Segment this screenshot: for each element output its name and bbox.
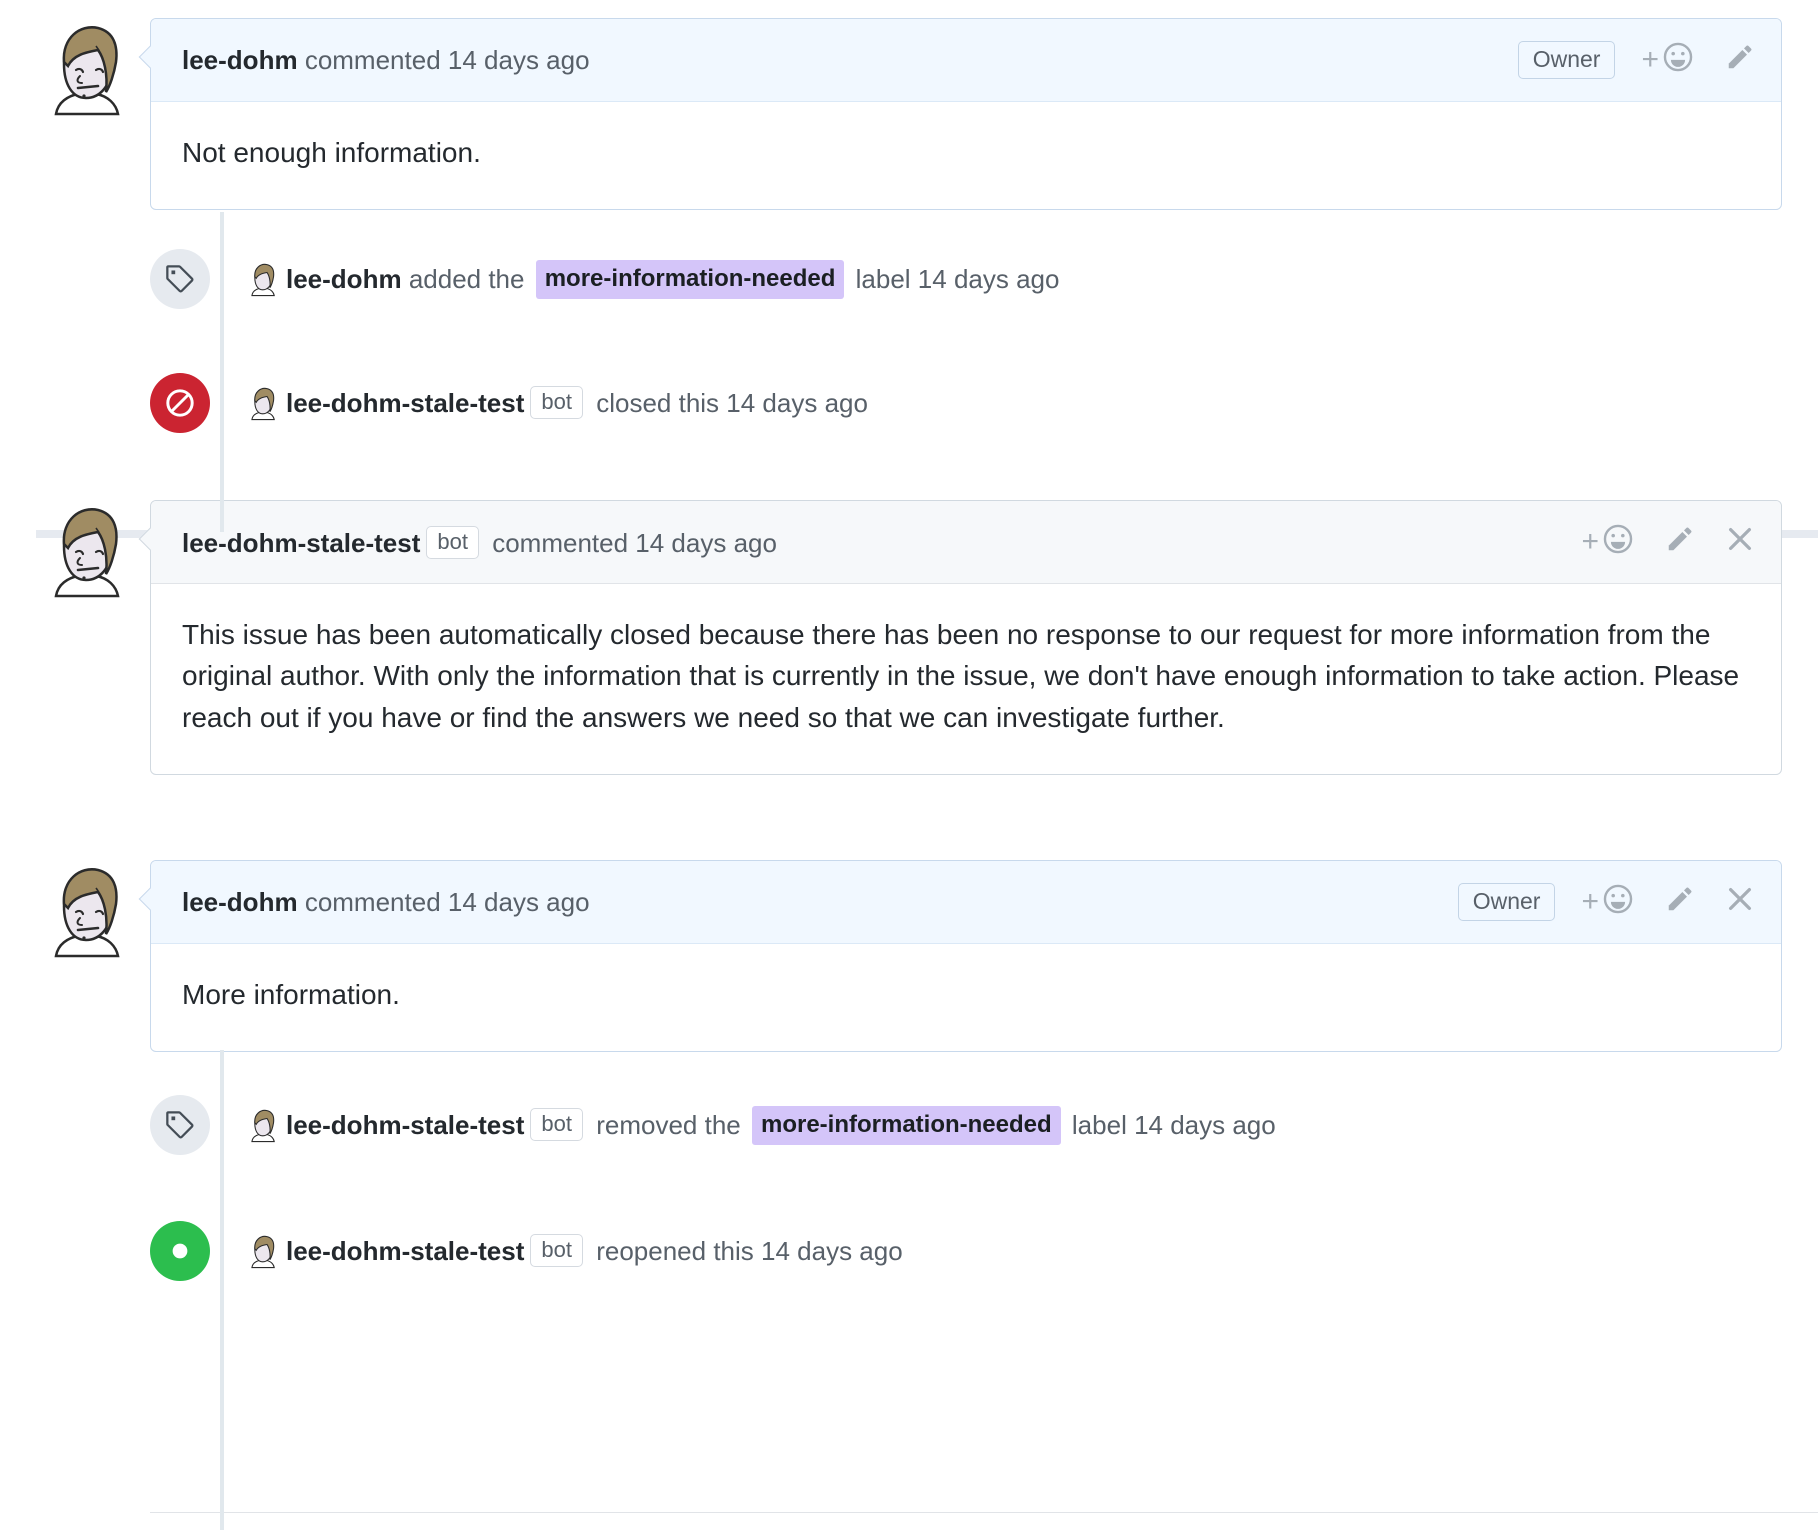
event-author[interactable]: lee-dohm (286, 264, 402, 294)
comment-header: lee-dohm commented 14 days ago Owner + (151, 19, 1781, 102)
comment-author[interactable]: lee-dohm-stale-test (182, 528, 420, 558)
close-x-icon (1725, 884, 1755, 921)
avatar-small[interactable] (244, 261, 280, 297)
event-author[interactable]: lee-dohm-stale-test (286, 1110, 524, 1140)
comment-author[interactable]: lee-dohm (182, 45, 298, 75)
status-badge-owner: Owner (1457, 883, 1556, 921)
dot-fill-icon (150, 1221, 210, 1281)
avatar-small[interactable] (244, 1233, 280, 1269)
event-author[interactable]: lee-dohm-stale-test (286, 1236, 524, 1266)
hide-comment-button[interactable] (1725, 884, 1755, 921)
comment-body: Not enough information. (182, 137, 481, 168)
add-reaction-button[interactable]: + (1641, 40, 1695, 81)
comment-card: lee-dohm-stale-test bot commented 14 days… (138, 500, 1782, 776)
avatar-small[interactable] (244, 385, 280, 421)
event-text: lee-dohm-stale-test bot closed this 14 da… (244, 385, 868, 421)
comment-byline: lee-dohm commented 14 days ago (182, 887, 590, 918)
event-text: lee-dohm added the more-information-need… (244, 259, 1060, 299)
event-verb: removed the (596, 1109, 741, 1140)
edit-pencil-icon (1665, 884, 1695, 921)
timeline-bottom-separator (150, 1512, 1818, 1513)
plus-icon: + (1581, 885, 1599, 918)
comment-card: lee-dohm commented 14 days ago Owner + (138, 18, 1782, 211)
edit-pencil-icon (1725, 42, 1755, 79)
edit-pencil-icon (1665, 524, 1695, 561)
timeline-event-closed: lee-dohm-stale-test bot closed this 14 da… (150, 368, 868, 438)
edit-comment-button[interactable] (1665, 524, 1695, 561)
timeline-rail-top (220, 212, 224, 532)
timeline-rail-bottom (220, 1050, 224, 1530)
smiley-icon (1601, 882, 1635, 923)
circle-slash-icon (150, 373, 210, 433)
event-verb: added the (408, 263, 525, 294)
close-x-icon (1725, 524, 1755, 561)
plus-icon: + (1581, 525, 1599, 558)
hide-comment-button[interactable] (1725, 524, 1755, 561)
event-verb: closed this 14 days ago (596, 388, 868, 418)
avatar[interactable] (34, 860, 134, 960)
comment-action: commented 14 days ago (304, 886, 590, 917)
smiley-icon (1661, 40, 1695, 81)
status-badge-owner: Owner (1517, 41, 1616, 79)
smiley-icon (1601, 522, 1635, 563)
comment-header: lee-dohm-stale-test bot commented 14 days… (151, 501, 1781, 584)
event-text: lee-dohm-stale-test bot removed the more-… (244, 1105, 1276, 1145)
comment-byline: lee-dohm-stale-test bot commented 14 days… (182, 525, 777, 559)
bot-badge: bot (530, 1107, 583, 1141)
comment-author[interactable]: lee-dohm (182, 887, 298, 917)
event-author[interactable]: lee-dohm-stale-test (286, 388, 524, 418)
timeline-event-label-added: lee-dohm added the more-information-need… (150, 244, 1059, 314)
edit-comment-button[interactable] (1725, 42, 1755, 79)
event-verb: reopened this 14 days ago (596, 1236, 903, 1266)
tag-icon (150, 249, 210, 309)
avatar[interactable] (34, 500, 134, 600)
tag-icon (150, 1095, 210, 1155)
event-text: lee-dohm-stale-test bot reopened this 14 … (244, 1233, 903, 1269)
comment-header: lee-dohm commented 14 days ago Owner + (151, 861, 1781, 944)
comment-body: More information. (182, 979, 400, 1010)
add-reaction-button[interactable]: + (1581, 522, 1635, 563)
comment-card: lee-dohm commented 14 days ago Owner + (138, 860, 1782, 1053)
label-chip[interactable]: more-information-needed (751, 1105, 1061, 1145)
bot-badge: bot (530, 386, 583, 419)
timeline-event-label-removed: lee-dohm-stale-test bot removed the more-… (150, 1090, 1276, 1160)
label-chip[interactable]: more-information-needed (535, 259, 845, 299)
edit-comment-button[interactable] (1665, 884, 1695, 921)
comment-body: This issue has been automatically closed… (182, 619, 1740, 733)
comment-action: commented 14 days ago (492, 527, 777, 558)
avatar-small[interactable] (244, 1107, 280, 1143)
plus-icon: + (1641, 43, 1659, 76)
bot-badge: bot (426, 525, 479, 559)
timeline-event-reopened: lee-dohm-stale-test bot reopened this 14 … (150, 1216, 903, 1286)
avatar[interactable] (34, 18, 134, 118)
event-suffix: label 14 days ago (855, 263, 1060, 294)
comment-byline: lee-dohm commented 14 days ago (182, 45, 590, 76)
bot-badge: bot (530, 1234, 583, 1267)
comment-action: commented 14 days ago (304, 44, 590, 75)
add-reaction-button[interactable]: + (1581, 882, 1635, 923)
event-suffix: label 14 days ago (1071, 1109, 1276, 1140)
